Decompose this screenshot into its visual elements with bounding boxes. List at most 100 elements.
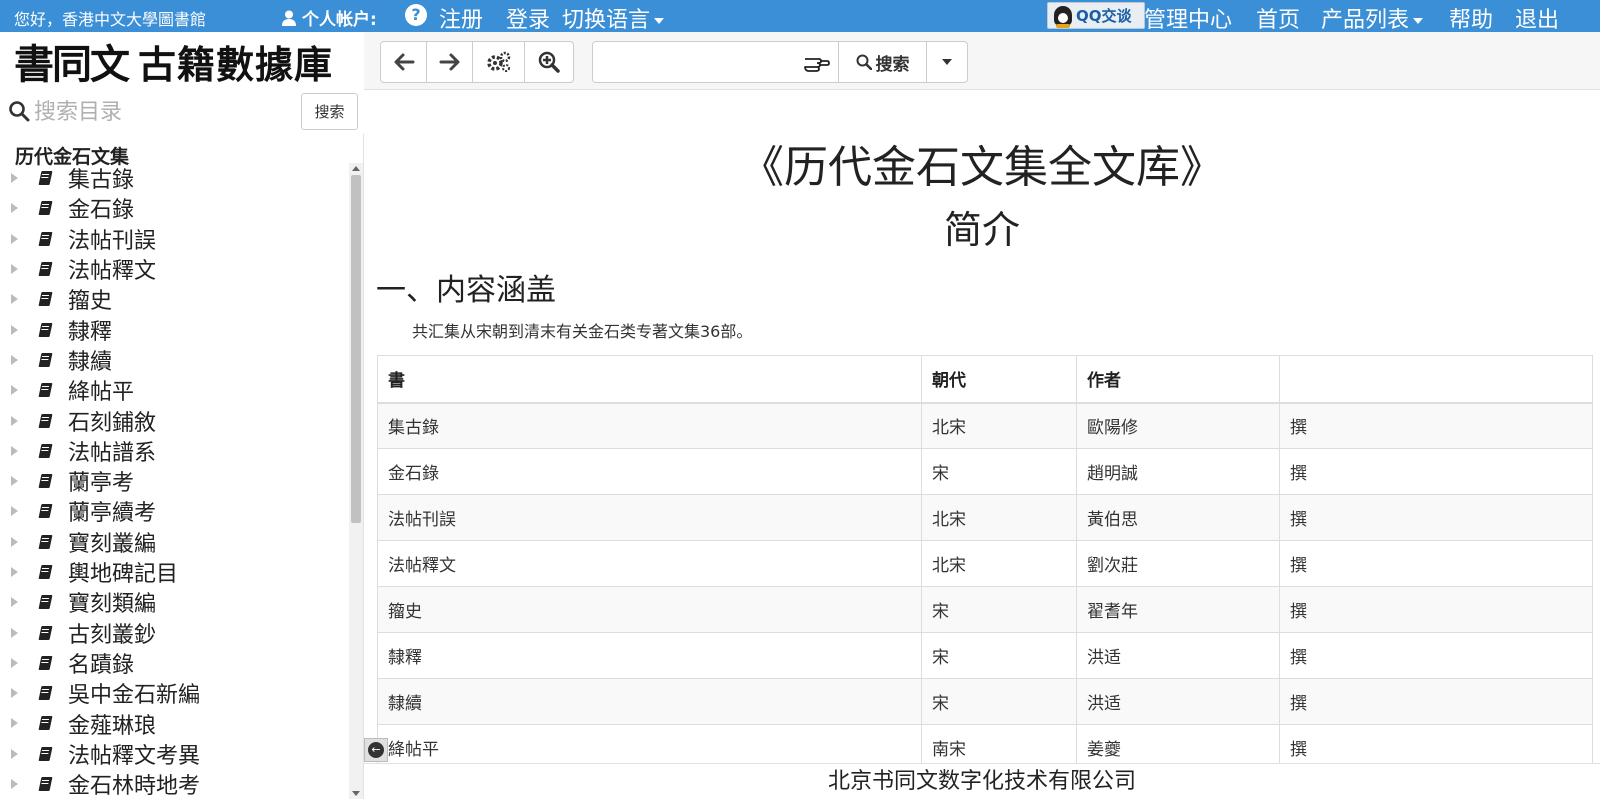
expand-triangle-icon[interactable] — [11, 779, 18, 790]
book-icon — [39, 444, 53, 458]
back-button[interactable] — [381, 42, 427, 82]
expand-triangle-icon[interactable] — [11, 324, 18, 335]
expand-triangle-icon[interactable] — [11, 567, 18, 577]
tree-item-label: 蘭亭續考 — [68, 501, 157, 527]
search-options-dropdown[interactable] — [927, 42, 967, 82]
logo-calligraphy: 書同文 — [14, 41, 130, 88]
tree-item[interactable]: 法帖釋文 — [0, 254, 348, 284]
site-logo[interactable]: 書同文 古籍數據庫 — [0, 32, 364, 90]
scrollbar-thumb[interactable] — [351, 175, 361, 523]
expand-triangle-icon[interactable] — [11, 536, 18, 547]
expand-triangle-icon[interactable] — [11, 748, 18, 759]
tree-item[interactable]: 輿地碑記目 — [0, 557, 348, 587]
question-icon[interactable]: ? — [405, 4, 427, 26]
arrow-left-circle-icon: ← — [368, 742, 384, 758]
tree-item[interactable]: 石刻鋪敘 — [0, 405, 348, 436]
cell-role: 撰 — [1279, 402, 1593, 449]
cell-book[interactable]: 隸續 — [377, 678, 922, 725]
cell-book[interactable]: 隸釋 — [377, 632, 922, 679]
tree-item-label: 蘭亭考 — [68, 471, 135, 497]
intro-paragraph: 共汇集从宋朝到清末有关金石类专著文集36部。 — [412, 322, 753, 341]
tree-item-label: 吳中金石新編 — [68, 683, 201, 709]
qq-chat-button[interactable]: QQ交谈 — [1047, 2, 1145, 29]
expand-triangle-icon[interactable] — [11, 597, 18, 608]
tree-item[interactable]: 隸續 — [0, 345, 348, 375]
cell-book[interactable]: 法帖釋文 — [377, 540, 922, 587]
arrow-right-icon — [439, 53, 459, 71]
fulltext-search-input[interactable] — [593, 42, 795, 82]
account-menu[interactable]: 个人帐户: — [282, 5, 377, 30]
tree-item[interactable]: 寶刻叢編 — [0, 527, 348, 557]
expand-triangle-icon[interactable] — [11, 476, 18, 487]
home-link[interactable]: 首页 — [1256, 2, 1300, 34]
settings-button[interactable] — [473, 42, 525, 82]
cell-book[interactable]: 法帖刊誤 — [377, 494, 922, 541]
forward-button[interactable] — [427, 42, 473, 82]
cell-role: 撰 — [1279, 724, 1593, 763]
tree-item[interactable]: 集古錄 — [0, 163, 348, 193]
expand-triangle-icon[interactable] — [11, 385, 18, 396]
expand-triangle-icon[interactable] — [11, 354, 18, 365]
scroll-down-arrow-icon[interactable] — [352, 791, 360, 796]
tree-item[interactable]: 古刻叢鈔 — [0, 617, 348, 648]
tree-item[interactable]: 寶刻類編 — [0, 587, 348, 617]
tree-item[interactable]: 金石林時地考 — [0, 769, 348, 799]
expand-triangle-icon[interactable] — [11, 294, 18, 305]
tree-item[interactable]: 法帖刊誤 — [0, 224, 348, 254]
expand-triangle-icon[interactable] — [11, 657, 18, 668]
book-icon — [39, 232, 53, 246]
cell-book[interactable]: 絳帖平 — [377, 724, 922, 763]
tree-item[interactable]: 法帖釋文考異 — [0, 739, 348, 769]
pointer-hand-button[interactable] — [795, 42, 839, 82]
admin-link[interactable]: 管理中心 — [1144, 2, 1232, 34]
collapse-sidebar-button[interactable]: ← — [364, 738, 388, 762]
expand-triangle-icon[interactable] — [11, 415, 18, 426]
login-link[interactable]: 登录 — [506, 2, 550, 34]
expand-triangle-icon[interactable] — [11, 264, 18, 275]
table-row: 法帖釋文 北宋 劉次莊撰 — [377, 540, 1593, 587]
catalog-search-input[interactable] — [34, 94, 290, 130]
scroll-up-arrow-icon[interactable] — [352, 166, 360, 171]
expand-triangle-icon[interactable] — [11, 445, 18, 456]
products-menu[interactable]: 产品列表 — [1321, 2, 1424, 34]
cell-book[interactable]: 籀史 — [377, 586, 922, 633]
help-link[interactable]: 帮助 — [1449, 2, 1493, 34]
column-header-author: 作者 — [1076, 355, 1280, 404]
cell-book[interactable]: 金石錄 — [377, 448, 922, 495]
expand-triangle-icon[interactable] — [11, 688, 18, 699]
expand-triangle-icon[interactable] — [11, 627, 18, 638]
document-subtitle: 简介 — [943, 208, 1020, 252]
cell-book[interactable]: 集古錄 — [377, 402, 922, 449]
tree-item-label: 籀史 — [68, 289, 113, 315]
tree-item[interactable]: 隸釋 — [0, 314, 348, 345]
table-row: 金石錄宋趙明誠撰 — [377, 448, 1593, 495]
catalog-sidebar: 搜索 历代金石文集 集古錄金石錄法帖刊誤法帖釋文籀史隸釋隸續絳帖平石刻鋪敘法帖譜… — [0, 90, 364, 799]
tree-item[interactable]: 金石錄 — [0, 193, 348, 223]
tree-item[interactable]: 法帖譜系 — [0, 436, 348, 466]
tree-item[interactable]: 籀史 — [0, 284, 348, 314]
table-row: 法帖刊誤 北宋 黃伯思撰 — [377, 494, 1593, 541]
tree-item[interactable]: 絳帖平 — [0, 375, 348, 405]
tree-item[interactable]: 蘭亭考 — [0, 466, 348, 496]
tree-item[interactable]: 名蹟錄 — [0, 648, 348, 678]
cell-role: 撰 — [1279, 540, 1593, 587]
logout-link[interactable]: 退出 — [1515, 2, 1559, 34]
book-icon — [39, 777, 53, 791]
catalog-search-button[interactable]: 搜索 — [301, 93, 358, 130]
language-switch[interactable]: 切换语言 — [562, 2, 665, 34]
tree-item[interactable]: 蘭亭續考 — [0, 496, 348, 526]
tree-item[interactable]: 吳中金石新編 — [0, 678, 348, 708]
sidebar-scrollbar[interactable] — [349, 163, 363, 799]
products-label: 产品列表 — [1321, 8, 1410, 33]
register-link[interactable]: 注册 — [439, 2, 483, 34]
expand-triangle-icon[interactable] — [11, 718, 18, 729]
fulltext-search-button[interactable]: 搜索 — [839, 42, 927, 82]
expand-triangle-icon[interactable] — [11, 173, 18, 184]
cell-role: 撰 — [1279, 494, 1593, 541]
expand-triangle-icon[interactable] — [11, 506, 18, 517]
expand-triangle-icon[interactable] — [11, 233, 18, 244]
expand-triangle-icon[interactable] — [11, 203, 18, 214]
tree-item[interactable]: 金薤琳琅 — [0, 708, 348, 739]
zoom-in-button[interactable] — [525, 42, 573, 82]
cell-author: 劉次莊 — [1076, 540, 1280, 587]
